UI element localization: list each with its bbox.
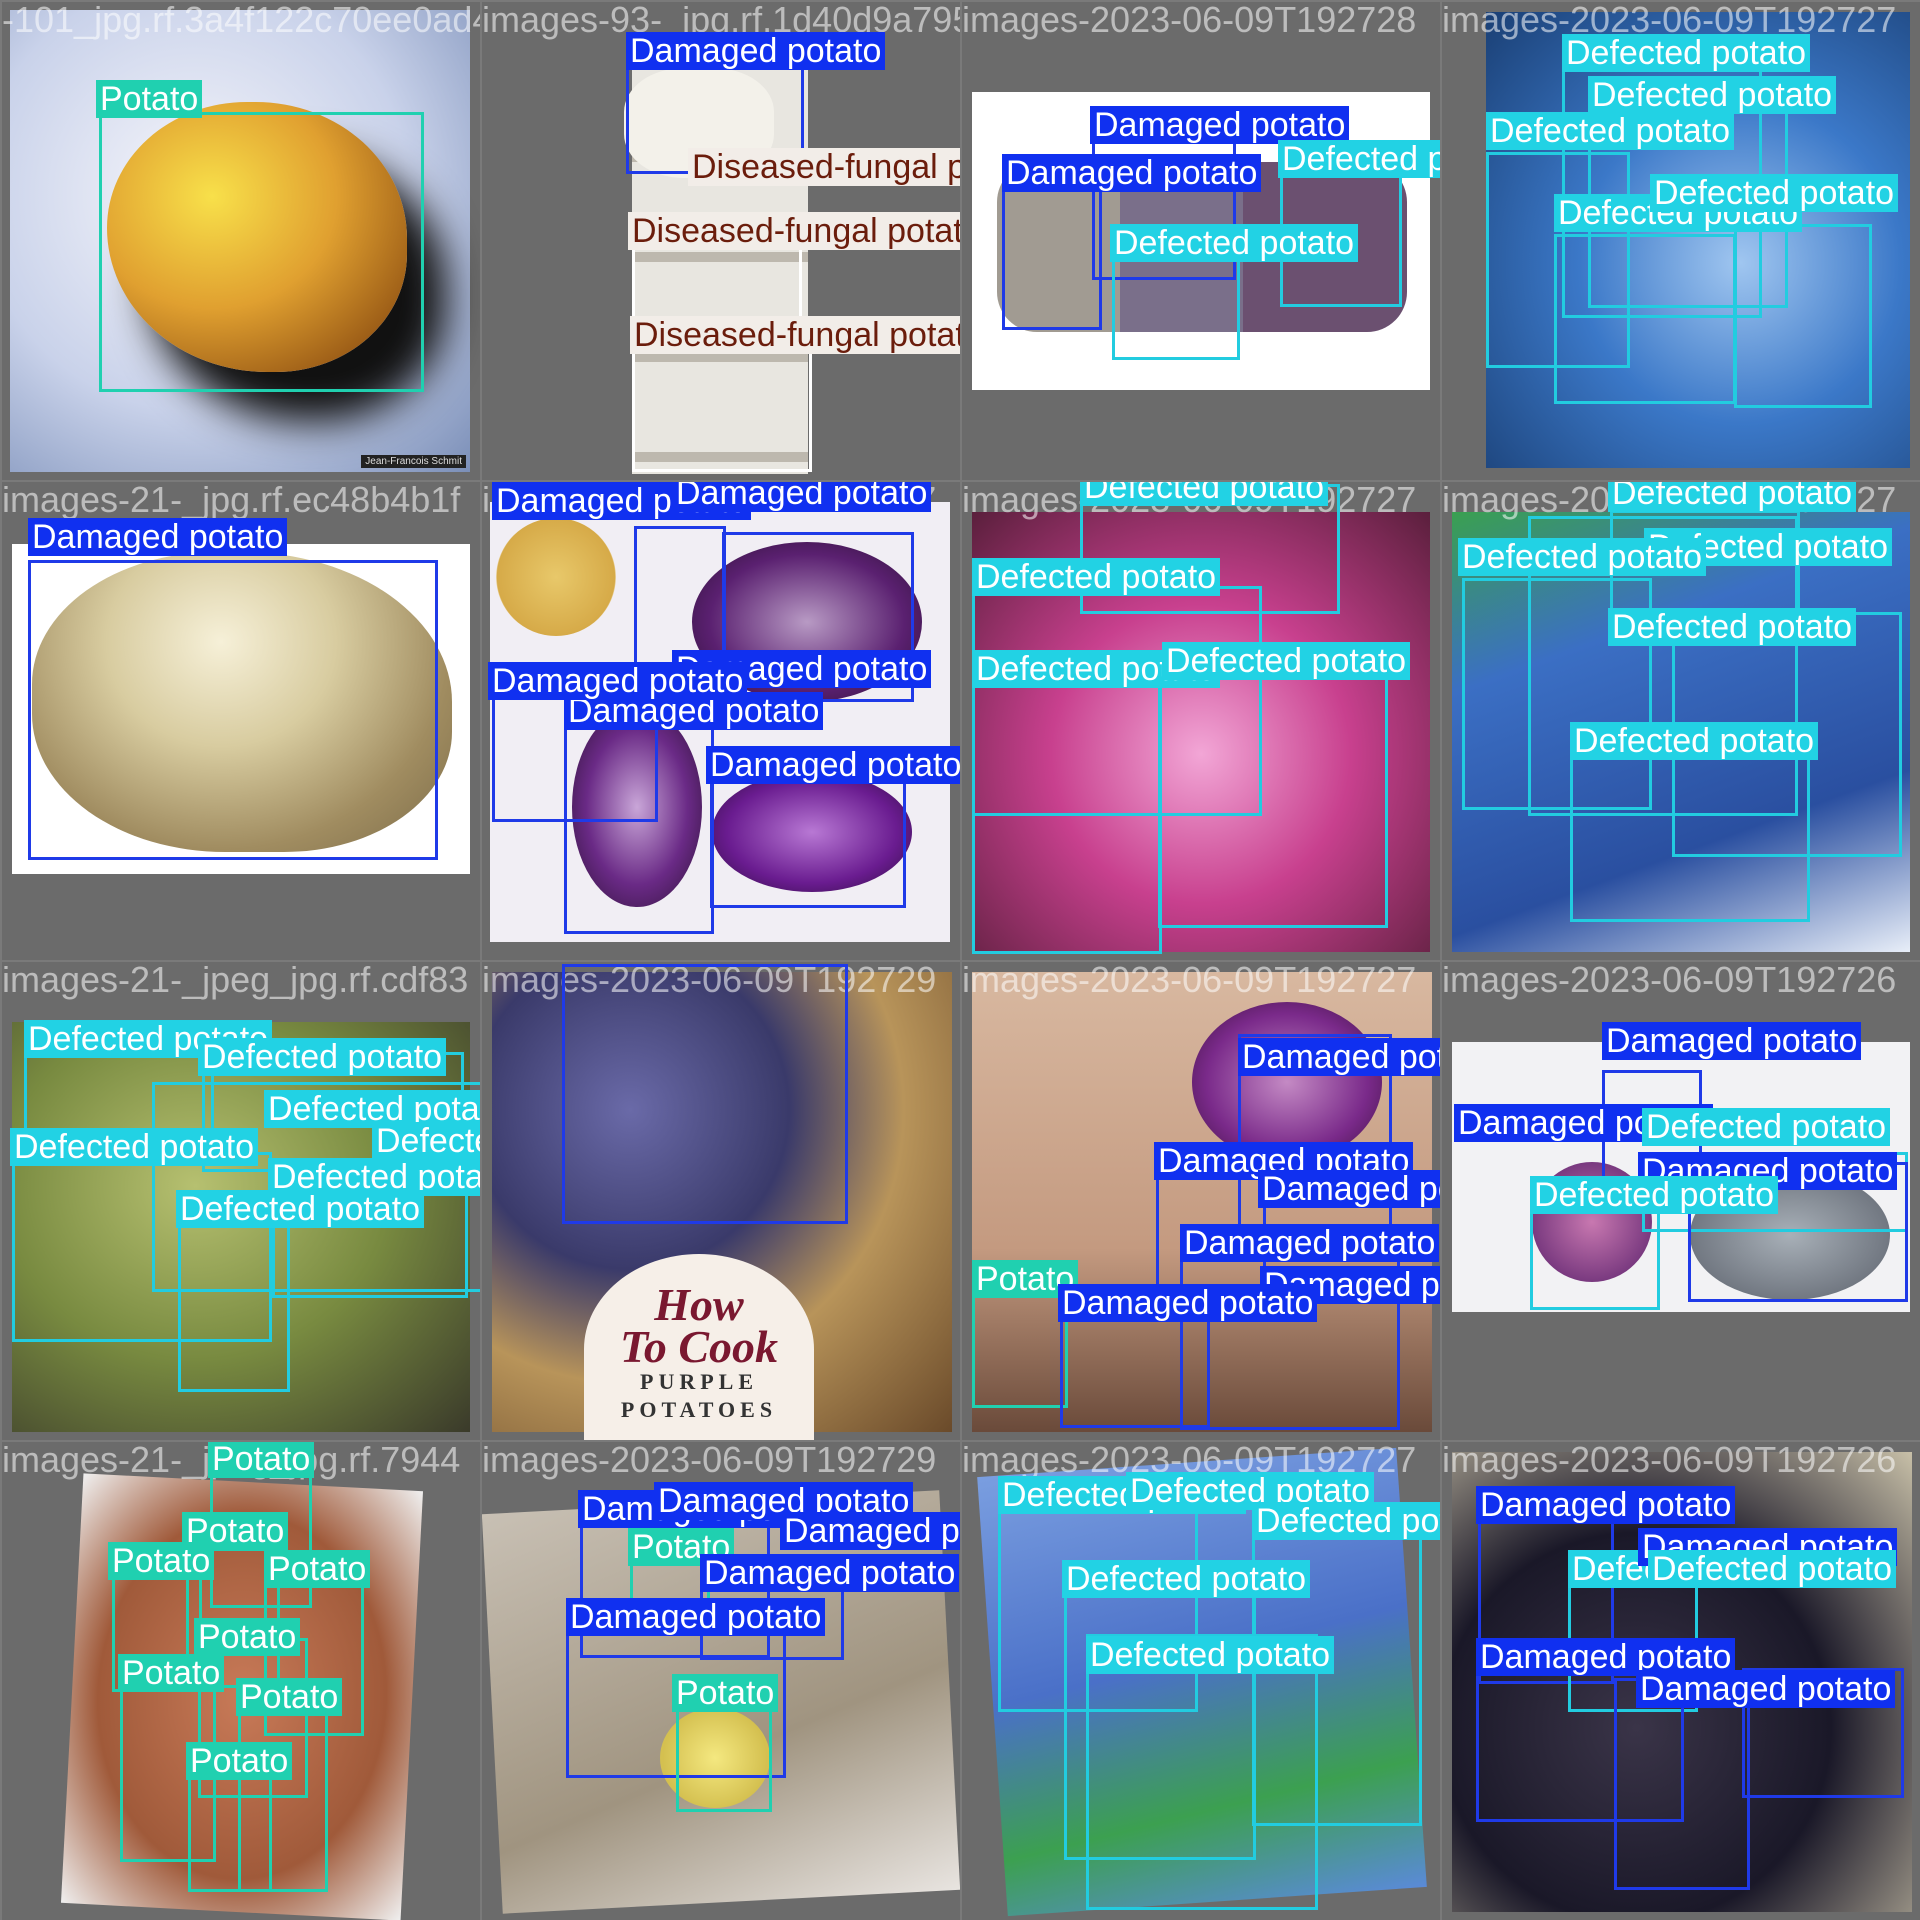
bbox-label-damaged: Damaged potato xyxy=(1636,1670,1896,1708)
tile-filename: images-21-_jpeg_jpg.rf.cdf83 xyxy=(2,962,469,1000)
bbox-damaged xyxy=(710,778,906,908)
bbox-damaged xyxy=(1614,1678,1750,1890)
bbox-label-damaged: Damaged potato xyxy=(1002,154,1262,192)
photo-credit: Jean-Francois Schmit xyxy=(361,455,466,468)
mosaic-tile-4: images-2023-06-09T192727 Defected potato… xyxy=(1442,2,1920,480)
bbox-label-defected: Defected potato xyxy=(1648,1550,1897,1588)
mosaic-tile-9: images-21-_jpeg_jpg.rf.cdf83 Defected po… xyxy=(2,962,480,1440)
poster-line-4: POTATOES xyxy=(620,1397,778,1422)
bbox-label-defected: Defected potato xyxy=(972,558,1221,596)
bbox-label-defected: Defected potato xyxy=(1110,224,1359,262)
mosaic-tile-15: images-2023-06-09T192727 Defected potato… xyxy=(962,1442,1440,1920)
bbox-label-defected: Defected potato xyxy=(1588,76,1837,114)
bbox-label-potato: Potato xyxy=(182,1512,289,1550)
bbox-defected xyxy=(1554,234,1736,404)
mosaic-tile-8: images-2023-06-09T192727 Defected potato… xyxy=(1442,482,1920,960)
tile-filename: images-2023-06-09T192729 xyxy=(482,1442,937,1480)
bbox-label-potato: Potato xyxy=(186,1742,293,1780)
bbox-defected xyxy=(1086,1634,1318,1910)
bbox-label-defected: Defected potato xyxy=(10,1128,259,1166)
bbox-label-potato: Potato xyxy=(672,1674,779,1712)
mosaic-tile-1: Jean-Francois Schmit -101_jpg.rf.3a4f122… xyxy=(2,2,480,480)
bbox-label-damaged: Damaged potato xyxy=(566,1598,826,1636)
bbox-label-defected: Defected potato xyxy=(1278,140,1440,178)
mosaic-tile-13: images-21-_jpeg_jpg.rf.7944 Potato Potat… xyxy=(2,1442,480,1920)
bbox-label-damaged: Damaged potato xyxy=(1258,1170,1440,1208)
bbox-label-fungal: Diseased-fungal potato xyxy=(688,148,960,186)
bbox-label-damaged: Damaged potato xyxy=(488,662,748,700)
bbox-label-damaged: Damaged potato xyxy=(1476,1486,1736,1524)
bbox-label-damaged: Damaged potato xyxy=(626,32,886,70)
bbox-defected xyxy=(972,668,1162,954)
bbox-defected xyxy=(1158,652,1388,928)
mosaic-tile-10: How To Cook PURPLE POTATOES images-2023-… xyxy=(482,962,960,1440)
bbox-label-fungal: Diseased-fungal potato xyxy=(630,316,960,354)
bbox-label-potato: Potato xyxy=(118,1654,225,1692)
bbox-label-damaged: Damaged potato xyxy=(672,482,932,512)
tile-filename: images-21-_jpg.rf.ec48b4b1f xyxy=(2,482,461,520)
bbox-label-damaged: Damaged potato xyxy=(28,518,288,556)
bbox-label-damaged: Damaged potato xyxy=(1602,1022,1862,1060)
mosaic-tile-11: images-2023-06-09T192727 Damaged potato … xyxy=(962,962,1440,1440)
mosaic-tile-14: images-2023-06-09T192729 Damaged potato … xyxy=(482,1442,960,1920)
bbox-label-defected: Defected potato xyxy=(1608,482,1857,512)
cook-poster: How To Cook PURPLE POTATOES xyxy=(584,1254,814,1440)
poster-line-1: How xyxy=(654,1279,744,1330)
bbox-label-damaged: Damaged potato xyxy=(1238,1038,1440,1076)
poster-line-2: To Cook xyxy=(619,1321,779,1372)
mosaic-tile-3: images-2023-06-09T192728 Damaged potato … xyxy=(962,2,1440,480)
bbox-label-potato: Potato xyxy=(96,80,203,118)
bbox-label-defected: Defected potato xyxy=(1458,538,1707,576)
bbox-label-damaged: Damaged potato xyxy=(1180,1224,1440,1262)
bbox-label-defected: Defected potato xyxy=(1650,174,1899,212)
bbox-damaged xyxy=(564,694,714,934)
bbox-label-defected: Defected potato xyxy=(1642,1108,1891,1146)
bbox-label-defected: Defected potato xyxy=(1062,1560,1311,1598)
mosaic-tile-12: images-2023-06-09T192726 Damaged potato … xyxy=(1442,962,1920,1440)
bbox-damaged xyxy=(1060,1308,1210,1428)
bbox-label-damaged: Damaged potato xyxy=(1058,1284,1318,1322)
bbox-potato xyxy=(99,112,424,392)
bbox-label-damaged: Damaged potato xyxy=(1090,106,1350,144)
bbox-potato xyxy=(972,1288,1068,1408)
bbox-label-defected: Defected potato xyxy=(372,1122,480,1160)
bbox-label-defected: Defected potato xyxy=(1562,34,1811,72)
bbox-label-potato: Potato xyxy=(264,1550,371,1588)
mosaic-tile-7: images-2023-06-09T192727 Defected potato… xyxy=(962,482,1440,960)
bbox-damaged xyxy=(28,560,438,860)
bbox-label-potato: Potato xyxy=(236,1678,343,1716)
bbox-label-defected: Defected potato xyxy=(1486,112,1735,150)
bbox-label-defected: Defected potato xyxy=(1608,608,1857,646)
bbox-damaged xyxy=(562,964,848,1224)
bbox-label-fungal: Diseased-fungal potato xyxy=(628,212,960,250)
bbox-label-defected: Defected potato xyxy=(1162,642,1411,680)
bbox-label-defected: Defected potato xyxy=(1530,1176,1779,1214)
bbox-label-defected: Defected potato xyxy=(176,1190,425,1228)
tile-filename: images-2023-06-09T192728 xyxy=(962,2,1417,40)
bbox-defected xyxy=(178,1212,290,1392)
mosaic-tile-2: images-93-_jpg.rf.1d40d9a7958023676 Dama… xyxy=(482,2,960,480)
bbox-label-damaged: Damaged potato xyxy=(700,1554,960,1592)
bbox-label-defected: Defected potato xyxy=(1570,722,1819,760)
mosaic-tile-5: images-21-_jpg.rf.ec48b4b1f Damaged pota… xyxy=(2,482,480,960)
bbox-potato xyxy=(188,1762,272,1892)
bbox-defected xyxy=(1734,224,1872,408)
bbox-label-defected: Defected potato xyxy=(198,1038,447,1076)
mosaic-tile-16: images-2023-06-09T192726 Damaged potato … xyxy=(1442,1442,1920,1920)
bbox-label-damaged: Damaged potato xyxy=(706,746,960,784)
mosaic-tile-6: images-2023-06-09T192727 Damaged potato … xyxy=(482,482,960,960)
bbox-label-defected: Defected potato xyxy=(1080,482,1329,506)
bbox-label-defected: Defected potato xyxy=(1086,1636,1335,1674)
tile-filename: images-2023-06-09T192726 xyxy=(1442,962,1897,1000)
chickpea-bowl xyxy=(496,518,616,636)
bbox-label-defected: Defected potato xyxy=(1252,1502,1440,1540)
poster-line-3: PURPLE xyxy=(640,1369,758,1394)
bbox-label-potato: Potato xyxy=(208,1442,315,1478)
bbox-label-potato: Potato xyxy=(194,1618,301,1656)
bbox-label-damaged: Damaged potato xyxy=(780,1512,960,1550)
